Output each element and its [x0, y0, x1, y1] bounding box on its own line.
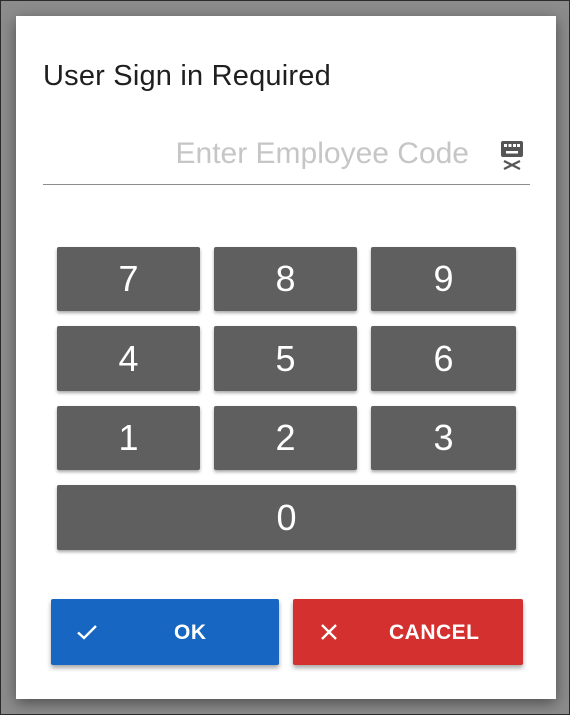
- ok-button[interactable]: OK: [51, 599, 279, 665]
- key-3[interactable]: 3: [371, 406, 516, 470]
- keyboard-close-icon[interactable]: [500, 140, 524, 170]
- employee-code-field: [43, 128, 530, 185]
- key-5[interactable]: 5: [214, 326, 357, 391]
- key-4[interactable]: 4: [57, 326, 200, 391]
- ok-button-label: OK: [174, 621, 207, 644]
- key-1[interactable]: 1: [57, 406, 200, 470]
- sign-in-dialog: User Sign in Required 7 8 9 4 5 6 1 2 3: [16, 16, 556, 699]
- check-icon: [77, 625, 97, 640]
- close-icon: [321, 624, 337, 640]
- dialog-title: User Sign in Required: [43, 60, 331, 92]
- employee-code-input[interactable]: [43, 128, 483, 180]
- key-8[interactable]: 8: [214, 247, 357, 311]
- key-7[interactable]: 7: [57, 247, 200, 311]
- cancel-button-label: CANCEL: [389, 621, 480, 644]
- app-frame: User Sign in Required 7 8 9 4 5 6 1 2 3: [0, 0, 570, 715]
- cancel-button[interactable]: CANCEL: [293, 599, 523, 665]
- key-6[interactable]: 6: [371, 326, 516, 391]
- key-2[interactable]: 2: [214, 406, 357, 470]
- key-9[interactable]: 9: [371, 247, 516, 311]
- key-0[interactable]: 0: [57, 485, 516, 550]
